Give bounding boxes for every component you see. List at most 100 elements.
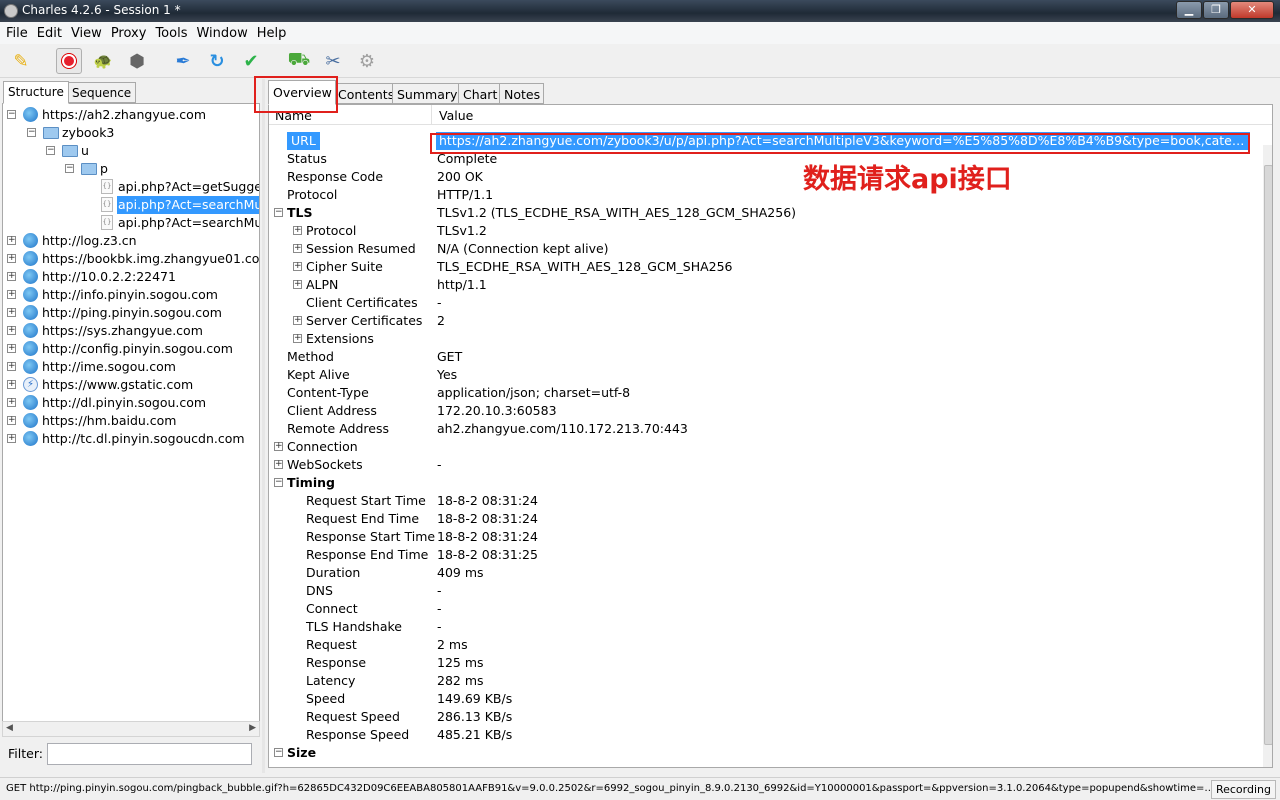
expand-icon[interactable]: +: [7, 290, 16, 299]
table-row[interactable]: TLS Handshake -: [269, 618, 1259, 636]
expand-icon[interactable]: +: [293, 334, 302, 343]
table-row[interactable]: Response Code 200 OK: [269, 168, 1259, 186]
table-row[interactable]: Request Start Time 18-8-2 08:31:24: [269, 492, 1259, 510]
pen-icon[interactable]: ✒: [170, 48, 196, 74]
expand-icon[interactable]: +: [293, 244, 302, 253]
collapse-icon[interactable]: −: [274, 208, 283, 217]
collapse-icon[interactable]: −: [7, 110, 16, 119]
expand-icon[interactable]: +: [7, 344, 16, 353]
table-row[interactable]: + WebSockets -: [269, 456, 1259, 474]
table-row[interactable]: Remote Address ah2.zhangyue.com/110.172.2…: [269, 420, 1259, 438]
expand-icon[interactable]: +: [293, 226, 302, 235]
tab-sequence[interactable]: Sequence: [67, 82, 137, 103]
stop-icon[interactable]: ⬢: [124, 48, 150, 74]
column-header-value[interactable]: Value: [439, 108, 473, 123]
tab-summary[interactable]: Summary: [392, 83, 462, 104]
menu-help[interactable]: Help: [253, 22, 292, 44]
folder-icon: [81, 163, 97, 175]
broom-icon[interactable]: ✎: [8, 48, 34, 74]
check-icon[interactable]: ✔: [238, 48, 264, 74]
collapse-icon[interactable]: −: [274, 478, 283, 487]
tab-chart[interactable]: Chart: [458, 83, 502, 104]
expand-icon[interactable]: +: [7, 434, 16, 443]
expand-icon[interactable]: +: [7, 308, 16, 317]
expand-icon[interactable]: +: [7, 236, 16, 245]
scroll-left-icon[interactable]: ◀: [6, 723, 13, 733]
menu-proxy[interactable]: Proxy: [107, 22, 152, 44]
expand-icon[interactable]: +: [274, 442, 283, 451]
table-row[interactable]: Response 125 ms: [269, 654, 1259, 672]
horizontal-scrollbar[interactable]: ◀ ▶: [2, 721, 260, 737]
table-row[interactable]: Protocol HTTP/1.1: [269, 186, 1259, 204]
table-row[interactable]: Response Start Time 18-8-2 08:31:24: [269, 528, 1259, 546]
table-header: Name Value: [269, 105, 1272, 125]
table-row[interactable]: Request End Time 18-8-2 08:31:24: [269, 510, 1259, 528]
expand-icon[interactable]: +: [7, 416, 16, 425]
menu-view[interactable]: View: [67, 22, 107, 44]
vertical-scrollbar[interactable]: [1263, 145, 1272, 767]
menu-tools[interactable]: Tools: [151, 22, 192, 44]
turtle-icon[interactable]: 🐢: [90, 48, 116, 74]
expand-icon[interactable]: +: [7, 398, 16, 407]
table-row[interactable]: Client Certificates -: [269, 294, 1259, 312]
expand-icon[interactable]: +: [293, 316, 302, 325]
tab-contents[interactable]: Contents: [333, 83, 399, 104]
table-row[interactable]: Response Speed 485.21 KB/s: [269, 726, 1259, 744]
close-button[interactable]: ✕: [1230, 1, 1274, 19]
table-row[interactable]: − Size: [269, 744, 1259, 762]
row-name: DNS: [306, 583, 333, 598]
table-row[interactable]: + Protocol TLSv1.2: [269, 222, 1259, 240]
table-row[interactable]: + Session Resumed N/A (Connection kept ali…: [269, 240, 1259, 258]
maximize-button[interactable]: ❐: [1203, 1, 1229, 19]
table-row[interactable]: + Server Certificates 2: [269, 312, 1259, 330]
expand-icon[interactable]: +: [293, 280, 302, 289]
menu-file[interactable]: File: [2, 22, 33, 44]
collapse-icon[interactable]: −: [27, 128, 36, 137]
collapse-icon[interactable]: −: [46, 146, 55, 155]
table-row[interactable]: Method GET: [269, 348, 1259, 366]
tab-notes[interactable]: Notes: [499, 83, 545, 104]
table-row[interactable]: DNS -: [269, 582, 1259, 600]
tools-icon[interactable]: ✂: [320, 48, 346, 74]
recording-indicator[interactable]: Recording: [1210, 780, 1276, 799]
table-row[interactable]: + Cipher Suite TLS_ECDHE_RSA_WITH_AES_128_…: [269, 258, 1259, 276]
table-row[interactable]: Kept Alive Yes: [269, 366, 1259, 384]
expand-icon[interactable]: +: [7, 254, 16, 263]
table-row[interactable]: + ALPN http/1.1: [269, 276, 1259, 294]
scroll-right-icon[interactable]: ▶: [249, 723, 256, 733]
expand-icon[interactable]: +: [274, 460, 283, 469]
table-row[interactable]: Speed 149.69 KB/s: [269, 690, 1259, 708]
row-name: Duration: [306, 565, 361, 580]
table-row[interactable]: − Timing: [269, 474, 1259, 492]
table-row[interactable]: Duration 409 ms: [269, 564, 1259, 582]
table-row[interactable]: − TLS TLSv1.2 (TLS_ECDHE_RSA_WITH_AES_128_…: [269, 204, 1259, 222]
expand-icon[interactable]: +: [7, 272, 16, 281]
menu-edit[interactable]: Edit: [33, 22, 67, 44]
table-row[interactable]: Response End Time 18-8-2 08:31:25: [269, 546, 1259, 564]
table-row[interactable]: Request Speed 286.13 KB/s: [269, 708, 1259, 726]
expand-icon[interactable]: +: [293, 262, 302, 271]
tab-structure[interactable]: Structure: [3, 81, 69, 104]
gear-icon[interactable]: ⚙: [354, 48, 380, 74]
collapse-icon[interactable]: −: [65, 164, 74, 173]
refresh-icon[interactable]: ↻: [204, 48, 230, 74]
record-button[interactable]: [56, 48, 82, 74]
expand-icon[interactable]: +: [7, 362, 16, 371]
structure-tree: − https://ah2.zhangyue.com − zybook3 − u…: [2, 103, 260, 737]
table-row[interactable]: Connect -: [269, 600, 1259, 618]
expand-icon[interactable]: +: [7, 380, 16, 389]
table-row[interactable]: + Connection: [269, 438, 1259, 456]
table-row[interactable]: Latency 282 ms: [269, 672, 1259, 690]
minimize-button[interactable]: ▁: [1176, 1, 1202, 19]
folder-icon: [43, 127, 59, 139]
menu-window[interactable]: Window: [192, 22, 252, 44]
table-row[interactable]: Client Address 172.20.10.3:60583: [269, 402, 1259, 420]
scroll-thumb[interactable]: [1264, 165, 1272, 745]
filter-input[interactable]: [47, 743, 252, 765]
expand-icon[interactable]: +: [7, 326, 16, 335]
collapse-icon[interactable]: −: [274, 748, 283, 757]
basket-icon[interactable]: ⛟: [286, 48, 312, 74]
table-row[interactable]: Content-Type application/json; charset=ut…: [269, 384, 1259, 402]
table-row[interactable]: + Extensions: [269, 330, 1259, 348]
table-row[interactable]: Request 2 ms: [269, 636, 1259, 654]
